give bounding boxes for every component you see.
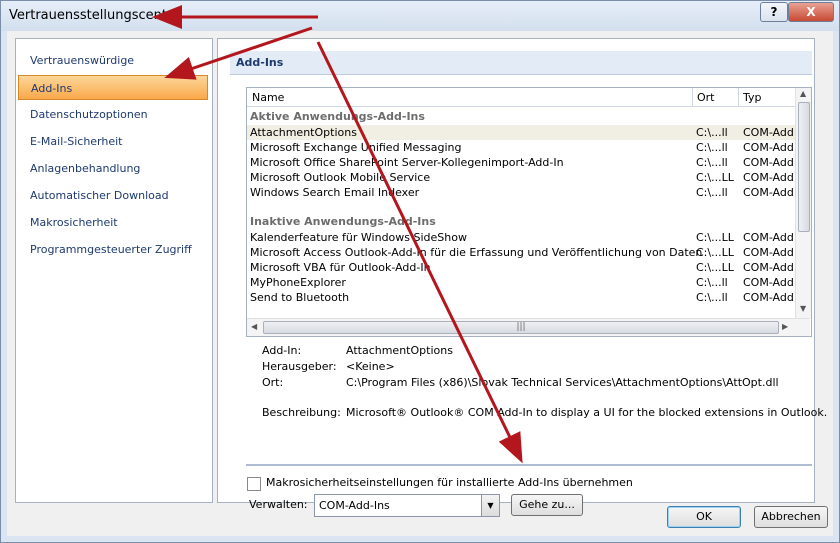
sidebar-item-automatic-download[interactable]: Automatischer Download	[18, 183, 208, 208]
active-group-header: Aktive Anwendungs-Add-Ins	[250, 110, 425, 123]
horizontal-scroll-thumb[interactable]: |||	[263, 321, 779, 334]
sidebar-item-email-security[interactable]: E-Mail-Sicherheit	[18, 129, 208, 154]
addin-name: Microsoft Outlook Mobile Service	[250, 171, 431, 184]
addin-name: Kalenderfeature für Windows SideShow	[250, 231, 467, 244]
addin-type: COM-Add	[743, 246, 794, 259]
detail-addin-value: AttachmentOptions	[346, 344, 453, 357]
sidebar-item-add-ins[interactable]: Add-Ins	[18, 75, 208, 100]
ok-button[interactable]: OK	[667, 506, 741, 528]
list-item[interactable]: AttachmentOptions C:\...ll COM-Add	[247, 125, 795, 140]
addin-type: COM-Add	[743, 171, 794, 184]
addin-location: C:\...ll	[696, 186, 728, 199]
addin-name: Microsoft Access Outlook-Add-In für die …	[250, 246, 703, 259]
addin-type: COM-Add	[743, 276, 794, 289]
detail-location-value: C:\Program Files (x86)\Slovak Technical …	[346, 376, 779, 389]
list-item[interactable]: Microsoft Access Outlook-Add-In für die …	[247, 245, 795, 260]
addin-type: COM-Add	[743, 261, 794, 274]
sidebar-item-trusted-publishers[interactable]: Vertrauenswürdige Herausgeber	[18, 48, 208, 92]
sidebar-item-programmatic-access[interactable]: Programmgesteuerter Zugriff	[18, 237, 208, 262]
scroll-left-icon[interactable]: ◀	[251, 322, 257, 331]
detail-description-value: Microsoft® Outlook® COM Add-In to displa…	[346, 406, 828, 419]
addin-name: Send to Bluetooth	[250, 291, 350, 304]
detail-description-label: Beschreibung:	[262, 406, 341, 419]
list-item[interactable]: Microsoft Exchange Unified Messaging C:\…	[247, 140, 795, 155]
scroll-up-icon[interactable]: ▲	[800, 89, 806, 98]
macro-settings-label[interactable]: Makrosicherheitseinstellungen für instal…	[266, 476, 633, 489]
list-item[interactable]: Kalenderfeature für Windows SideShow C:\…	[247, 230, 795, 245]
sidebar-item-attachment-handling[interactable]: Anlagenbehandlung	[18, 156, 208, 181]
addin-location: C:\...LL	[696, 171, 734, 184]
help-button[interactable]: ?	[760, 2, 788, 22]
column-header-location[interactable]: Ort	[697, 91, 715, 104]
window-title: Vertrauensstellungscenter	[9, 8, 181, 23]
macro-settings-checkbox[interactable]	[247, 477, 261, 491]
vertical-scrollbar[interactable]: ▲ ▼	[795, 88, 811, 318]
addin-type: COM-Add	[743, 291, 794, 304]
chevron-down-icon[interactable]: ▼	[481, 495, 499, 516]
addin-location: C:\...ll	[696, 126, 728, 139]
list-item[interactable]: Windows Search Email Indexer C:\...ll CO…	[247, 185, 795, 200]
manage-label: Verwalten:	[249, 498, 308, 511]
list-item[interactable]: MyPhoneExplorer C:\...ll COM-Add	[247, 275, 795, 290]
addin-type: COM-Add	[743, 186, 794, 199]
addin-type: COM-Add	[743, 141, 794, 154]
addin-location: C:\...ll	[696, 291, 728, 304]
addin-location: C:\...LL	[696, 261, 734, 274]
addin-location: C:\...LL	[696, 246, 734, 259]
addin-type: COM-Add	[743, 156, 794, 169]
section-title: Add-Ins	[230, 51, 812, 75]
addin-name: Microsoft VBA für Outlook-Add-In	[250, 261, 431, 274]
addin-location: C:\...ll	[696, 141, 728, 154]
addin-location: C:\...ll	[696, 156, 728, 169]
title-bar[interactable]: Vertrauensstellungscenter ? X	[1, 1, 839, 31]
addin-type: COM-Add	[743, 231, 794, 244]
addin-location: C:\...ll	[696, 276, 728, 289]
detail-location-label: Ort:	[262, 376, 284, 389]
close-button[interactable]: X	[788, 2, 834, 22]
manage-dropdown-value: COM-Add-Ins	[319, 499, 390, 512]
addin-name: MyPhoneExplorer	[250, 276, 346, 289]
column-header-name[interactable]: Name	[252, 91, 284, 104]
list-item[interactable]: Send to Bluetooth C:\...ll COM-Add	[247, 290, 795, 305]
trust-center-dialog: Vertrauensstellungscenter ? X Vertrauens…	[0, 0, 840, 543]
addin-location: C:\...LL	[696, 231, 734, 244]
list-item[interactable]: Microsoft VBA für Outlook-Add-In C:\...L…	[247, 260, 795, 275]
addin-name: Microsoft Office SharePoint Server-Kolle…	[250, 156, 564, 169]
manage-dropdown[interactable]: COM-Add-Ins ▼	[314, 494, 500, 517]
divider	[246, 464, 812, 466]
add-ins-list[interactable]: Name Ort Typ Aktive Anwendungs-Add-Ins A…	[246, 87, 812, 337]
list-header: Name Ort Typ	[247, 88, 795, 107]
vertical-scroll-thumb[interactable]	[798, 102, 810, 232]
inactive-group-header: Inaktive Anwendungs-Add-Ins	[250, 215, 436, 228]
detail-addin-label: Add-In:	[262, 344, 302, 357]
scroll-down-icon[interactable]: ▼	[800, 304, 806, 313]
horizontal-scrollbar[interactable]: ◀ ||| ▶	[247, 318, 810, 336]
addin-name: Microsoft Exchange Unified Messaging	[250, 141, 462, 154]
cancel-button[interactable]: Abbrechen	[754, 506, 828, 528]
sidebar-item-macro-security[interactable]: Makrosicherheit	[18, 210, 208, 235]
scroll-right-icon[interactable]: ▶	[782, 322, 788, 331]
list-item[interactable]: Microsoft Office SharePoint Server-Kolle…	[247, 155, 795, 170]
sidebar: Vertrauenswürdige Herausgeber Add-Ins Da…	[15, 38, 213, 503]
addin-name: AttachmentOptions	[250, 126, 357, 139]
dialog-body: Vertrauenswürdige Herausgeber Add-Ins Da…	[7, 31, 833, 536]
detail-publisher-value: <Keine>	[346, 360, 395, 373]
column-header-type[interactable]: Typ	[743, 91, 762, 104]
sidebar-item-privacy-options[interactable]: Datenschutzoptionen	[18, 102, 208, 127]
list-item[interactable]: Microsoft Outlook Mobile Service C:\...L…	[247, 170, 795, 185]
detail-publisher-label: Herausgeber:	[262, 360, 337, 373]
addin-type: COM-Add	[743, 126, 794, 139]
go-button[interactable]: Gehe zu...	[511, 494, 583, 516]
addin-name: Windows Search Email Indexer	[250, 186, 420, 199]
add-ins-panel: Add-Ins Name Ort Typ Aktive Anwendungs-A…	[217, 38, 827, 517]
